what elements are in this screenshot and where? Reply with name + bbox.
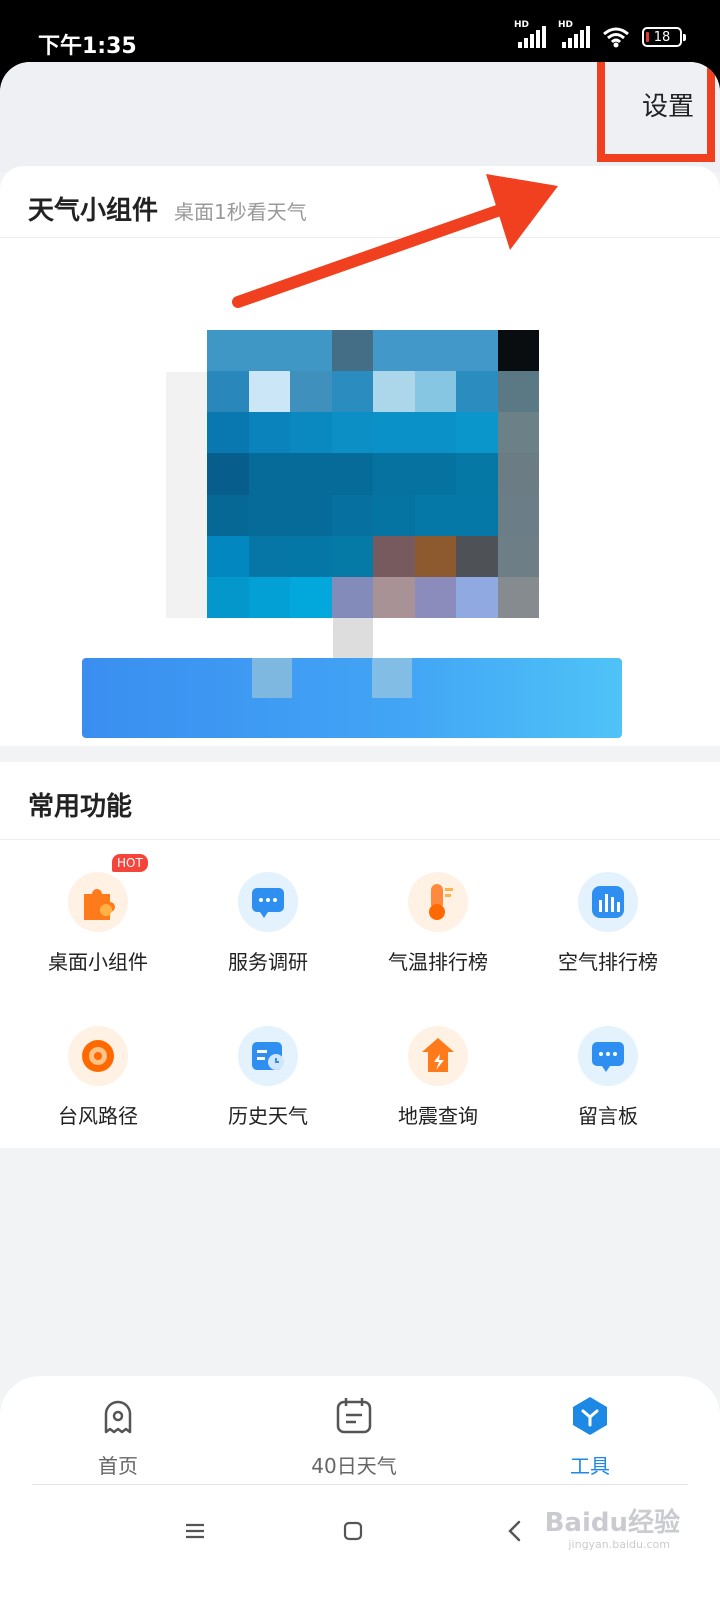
network-type-label: HD <box>514 20 530 30</box>
earthquake-icon <box>408 1026 468 1086</box>
annotation-highlight-box <box>597 62 715 162</box>
menu-icon[interactable] <box>180 1516 210 1546</box>
function-typhoon-path[interactable]: 台风路径 <box>8 1026 188 1129</box>
function-label: 服务调研 <box>228 950 308 974</box>
wifi-icon <box>603 27 629 48</box>
nav-home[interactable]: 首页 <box>48 1394 188 1479</box>
nav-label: 40日天气 <box>311 1454 397 1478</box>
watermark: Baidu经验 <box>544 1508 680 1538</box>
function-label: 台风路径 <box>58 1104 138 1128</box>
widget-preview-stub <box>333 618 373 658</box>
function-label: 留言板 <box>578 1104 638 1128</box>
signal-icon: HD <box>514 20 546 48</box>
bottom-nav: 首页 40日天气 工具 Baidu经验 jingyan.baidu.com <box>0 1376 720 1600</box>
widget-subtitle: 桌面1秒看天气 <box>174 200 307 224</box>
tools-page: 设置 天气小组件 桌面1秒看天气 常用功能 HOT 桌面小组件 服务调研 气温排… <box>0 62 720 1600</box>
function-service-survey[interactable]: 服务调研 <box>178 872 358 975</box>
watermark-url: jingyan.baidu.com <box>568 1538 670 1551</box>
function-desktop-widget[interactable]: HOT 桌面小组件 <box>8 854 188 975</box>
function-message-board[interactable]: 留言板 <box>518 1026 698 1129</box>
header: 设置 <box>0 62 720 172</box>
signal-icon: HD <box>558 20 590 48</box>
battery-icon: 18 <box>642 27 686 47</box>
function-air-ranking[interactable]: 空气排行榜 <box>518 872 698 975</box>
thermometer-icon <box>408 872 468 932</box>
battery-level: 18 <box>653 29 671 45</box>
function-label: 气温排行榜 <box>388 950 488 974</box>
widget-title: 天气小组件 <box>28 196 159 226</box>
widget-preview-blur <box>166 372 207 618</box>
common-functions-card: 常用功能 HOT 桌面小组件 服务调研 气温排行榜 空气排行榜 台风路径 历史天… <box>0 762 720 1148</box>
function-label: 空气排行榜 <box>558 950 658 974</box>
status-time: 下午1:35 <box>38 34 137 59</box>
nav-divider <box>32 1484 688 1485</box>
calendar-icon <box>336 1398 372 1434</box>
tools-icon <box>573 1397 607 1435</box>
function-history-weather[interactable]: 历史天气 <box>178 1026 358 1129</box>
network-type-label: HD <box>558 20 574 30</box>
home-button-icon[interactable] <box>338 1516 368 1546</box>
function-temperature-ranking[interactable]: 气温排行榜 <box>348 872 528 975</box>
typhoon-icon <box>68 1026 128 1086</box>
nav-tools[interactable]: 工具 <box>520 1394 660 1479</box>
history-calendar-icon <box>238 1026 298 1086</box>
nav-label: 首页 <box>98 1454 138 1478</box>
status-bar: 下午1:35 HD HD 18 <box>0 0 720 68</box>
widget-header: 天气小组件 桌面1秒看天气 <box>0 166 720 238</box>
nav-label: 工具 <box>570 1454 610 1478</box>
nav-40-day-weather[interactable]: 40日天气 <box>284 1394 424 1479</box>
hot-badge: HOT <box>112 854 148 872</box>
chat-icon <box>238 872 298 932</box>
function-label: 历史天气 <box>228 1104 308 1128</box>
message-board-icon <box>578 1026 638 1086</box>
functions-title: 常用功能 <box>0 762 720 840</box>
widget-preview-image[interactable] <box>207 330 539 618</box>
function-label: 地震查询 <box>398 1104 478 1128</box>
function-earthquake-query[interactable]: 地震查询 <box>348 1026 528 1129</box>
function-label: 桌面小组件 <box>48 950 148 974</box>
puzzle-icon: HOT <box>68 854 148 932</box>
back-icon[interactable] <box>500 1516 530 1546</box>
bar-chart-icon <box>578 872 638 932</box>
status-icons: HD HD 18 <box>514 20 686 48</box>
widget-preview-strip <box>82 658 622 738</box>
home-icon <box>104 1400 132 1434</box>
